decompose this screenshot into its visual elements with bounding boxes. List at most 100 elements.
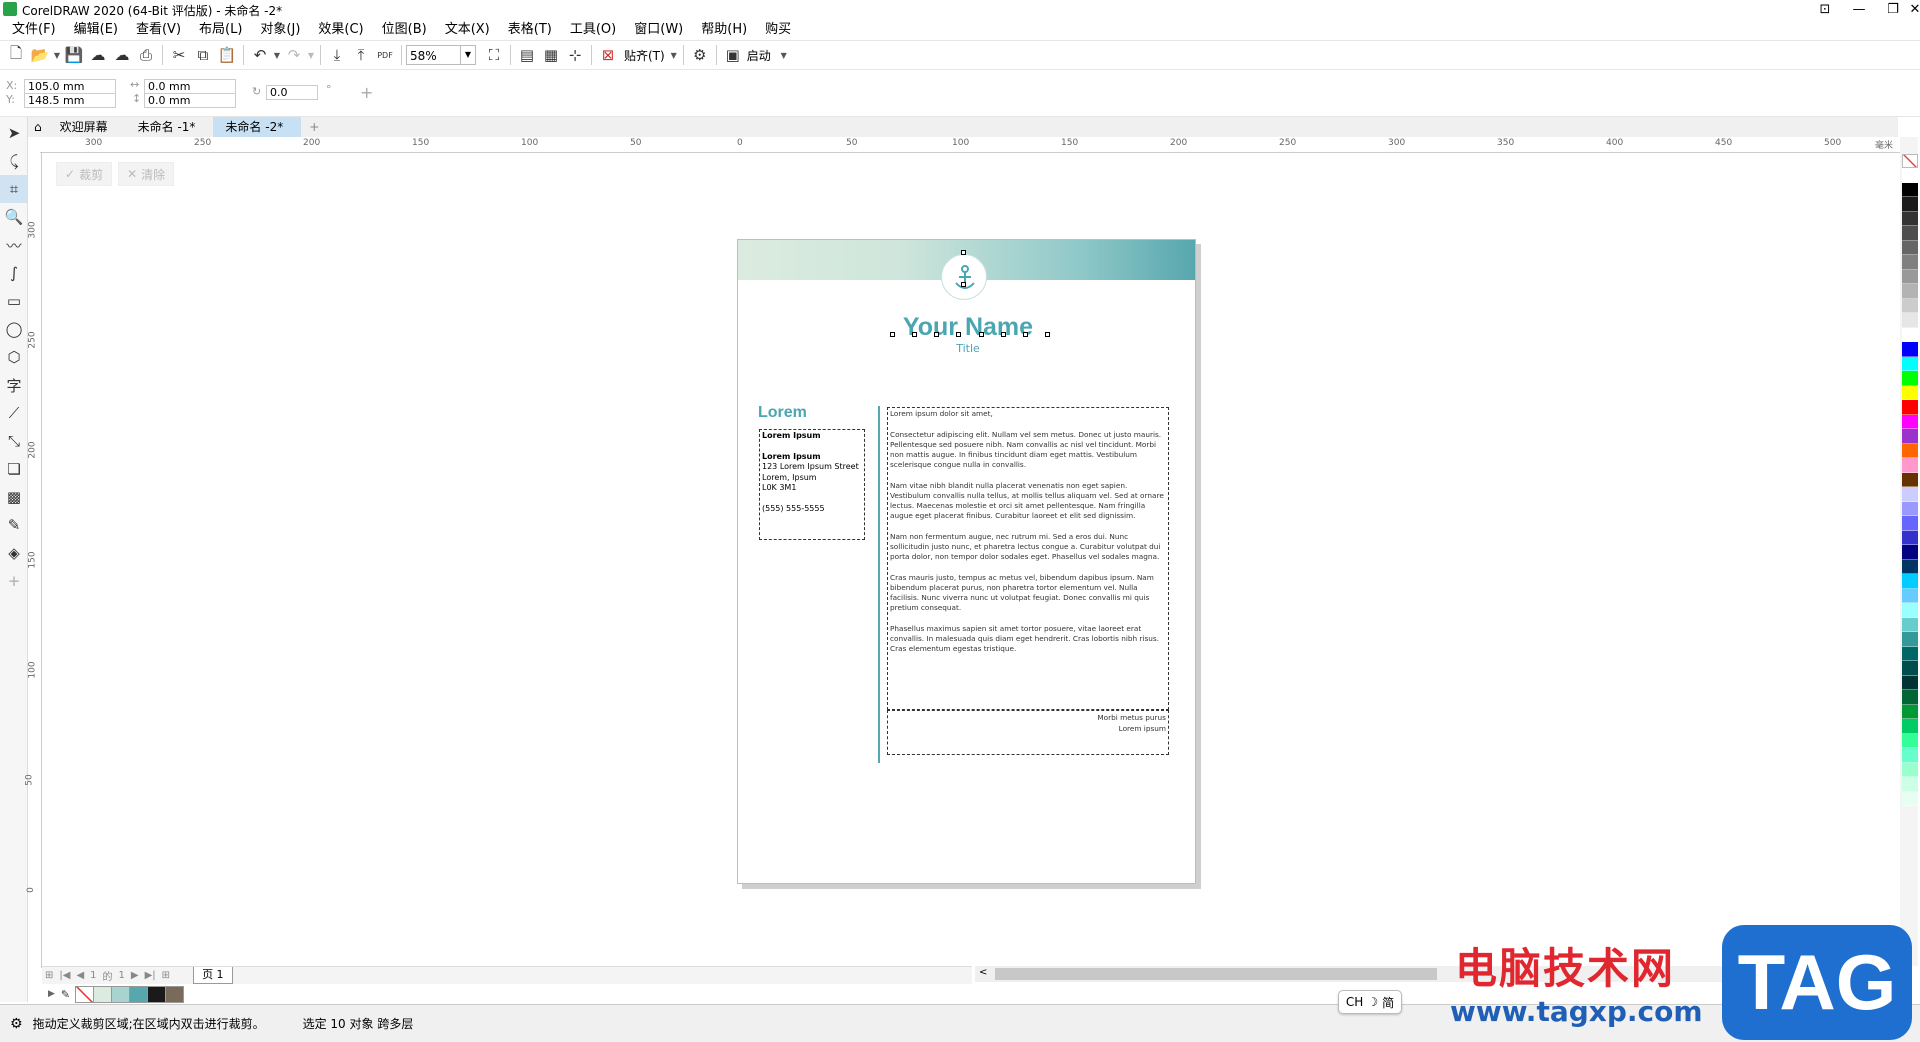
menu-help[interactable]: 帮助(H) [692, 19, 756, 40]
palette-swatch[interactable] [1902, 269, 1918, 284]
palette-swatch[interactable] [1902, 588, 1918, 603]
body-text-frame[interactable]: Lorem ipsum dolor sit amet, Consectetur … [887, 407, 1169, 710]
menu-buy[interactable]: 购买 [756, 19, 800, 40]
options-gear-icon[interactable]: ⚙ [688, 43, 712, 67]
export-icon[interactable]: ⤒ [349, 43, 373, 67]
palette-swatch[interactable] [1902, 661, 1918, 676]
palette-swatch[interactable] [1902, 632, 1918, 647]
current-page-number[interactable]: 1 [90, 970, 96, 981]
palette-swatch[interactable] [1902, 255, 1918, 270]
palette-swatch[interactable] [1902, 226, 1918, 241]
logo-circle[interactable] [941, 254, 987, 300]
palette-swatch[interactable] [1902, 472, 1918, 487]
palette-swatch[interactable] [1902, 762, 1918, 777]
resume-name[interactable]: Your Name [888, 313, 1048, 342]
palette-swatch[interactable] [1902, 487, 1918, 502]
show-grid-icon[interactable]: ▦ [539, 43, 563, 67]
doc-color-swatch[interactable] [111, 985, 131, 1003]
horizontal-ruler[interactable]: 300 250 200 150 100 50 0 50 100 150 200 … [40, 137, 1900, 153]
menu-file[interactable]: 文件(F) [0, 19, 65, 40]
vertical-ruler[interactable]: 300 250 200 150 100 50 0 [25, 153, 42, 968]
accent-divider-line[interactable] [878, 406, 880, 763]
text-tool-icon[interactable]: 字 [0, 371, 28, 399]
menu-view[interactable]: 查看(V) [127, 19, 190, 40]
snap-to-menu[interactable]: 贴齐(T) [624, 47, 665, 64]
ime-indicator[interactable]: CH ☽ 简 [1338, 990, 1402, 1014]
add-preset-icon[interactable]: + [360, 83, 373, 102]
selection-handle[interactable] [961, 250, 966, 255]
palette-expand-icon[interactable]: ▶ [48, 989, 55, 999]
menu-table[interactable]: 表格(T) [499, 19, 561, 40]
full-screen-preview-icon[interactable]: ⛶ [482, 43, 506, 67]
next-page-icon[interactable]: ▶ [131, 970, 139, 981]
palette-swatch[interactable] [1902, 545, 1918, 560]
zoom-tool-icon[interactable]: 🔍 [0, 203, 28, 231]
y-position-field[interactable]: 148.5 mm [24, 93, 116, 108]
snap-dropdown-icon[interactable]: ▼ [669, 51, 679, 60]
palette-swatch[interactable] [1902, 197, 1918, 212]
no-color-swatch[interactable] [1902, 154, 1918, 168]
palette-swatch[interactable] [1902, 603, 1918, 618]
palette-swatch[interactable] [1902, 182, 1918, 197]
horizontal-scroll-thumb[interactable] [995, 968, 1437, 980]
palette-swatch[interactable] [1902, 646, 1918, 661]
save-icon[interactable]: 💾 [62, 43, 86, 67]
add-page-after-icon[interactable]: ⊞ [162, 970, 170, 981]
palette-swatch[interactable] [1902, 313, 1918, 328]
undo-icon[interactable]: ↶ [248, 43, 272, 67]
lorem-heading[interactable]: Lorem [758, 404, 807, 422]
close-button[interactable]: ✕ [1898, 0, 1920, 19]
rotation-angle-field[interactable]: 0.0 [266, 85, 318, 100]
crop-tool-icon[interactable]: ⌗ [0, 175, 28, 203]
tab-untitled-1[interactable]: 未命名 -1* [126, 117, 214, 137]
document-page[interactable]: Your Name Title Lorem Lorem Ipsum Lorem … [737, 239, 1196, 884]
last-page-icon[interactable]: ▶| [145, 970, 156, 981]
doc-color-swatch[interactable] [165, 985, 185, 1003]
width-field[interactable]: 0.0 mm [144, 79, 236, 94]
doc-color-swatch[interactable] [129, 985, 149, 1003]
ellipse-tool-icon[interactable]: ◯ [0, 315, 28, 343]
no-color-swatch[interactable] [75, 985, 95, 1003]
freehand-tool-icon[interactable]: 〰 [0, 231, 28, 259]
palette-swatch[interactable] [1902, 516, 1918, 531]
palette-swatch[interactable] [1902, 748, 1918, 763]
prev-page-icon[interactable]: ◀ [76, 970, 84, 981]
height-field[interactable]: 0.0 mm [144, 93, 236, 108]
transparency-icon[interactable]: ▩ [0, 483, 28, 511]
palette-swatch[interactable] [1902, 443, 1918, 458]
add-tool-icon[interactable]: + [0, 567, 28, 595]
palette-swatch[interactable] [1902, 559, 1918, 574]
palette-swatch[interactable] [1902, 240, 1918, 255]
scroll-left-icon[interactable]: < [979, 967, 987, 978]
node-handle[interactable] [890, 332, 895, 337]
resume-title[interactable]: Title [943, 342, 993, 355]
print-icon[interactable]: ⎙ [134, 43, 158, 67]
palette-swatch[interactable] [1902, 675, 1918, 690]
palette-swatch[interactable] [1902, 704, 1918, 719]
cloud-upload-icon[interactable]: ☁ [110, 43, 134, 67]
node-handle[interactable] [1044, 332, 1050, 337]
redo-dropdown-icon[interactable]: ▼ [306, 51, 316, 60]
node-handle[interactable] [1022, 332, 1028, 337]
node-handle[interactable] [912, 332, 918, 337]
palette-swatch[interactable] [1902, 530, 1918, 545]
import-icon[interactable]: ⤓ [325, 43, 349, 67]
doc-color-swatch[interactable] [147, 985, 167, 1003]
launch-app-icon[interactable]: ▣ [721, 43, 745, 67]
redo-icon[interactable]: ↷ [282, 43, 306, 67]
palette-swatch[interactable] [1902, 617, 1918, 632]
palette-swatch[interactable] [1902, 501, 1918, 516]
palette-swatch[interactable] [1902, 777, 1918, 792]
palette-swatch[interactable] [1902, 356, 1918, 371]
menu-effects[interactable]: 效果(C) [309, 19, 372, 40]
palette-swatch[interactable] [1902, 719, 1918, 734]
selection-handle[interactable] [961, 282, 966, 287]
palette-swatch[interactable] [1902, 414, 1918, 429]
launch-dropdown-icon[interactable]: ▼ [779, 51, 789, 60]
node-handle[interactable] [978, 332, 984, 337]
palette-swatch[interactable] [1902, 458, 1918, 473]
x-position-field[interactable]: 105.0 mm [24, 79, 116, 94]
chevron-down-icon[interactable]: ▼ [460, 46, 475, 64]
palette-swatch[interactable] [1902, 791, 1918, 806]
palette-swatch[interactable] [1902, 327, 1918, 342]
